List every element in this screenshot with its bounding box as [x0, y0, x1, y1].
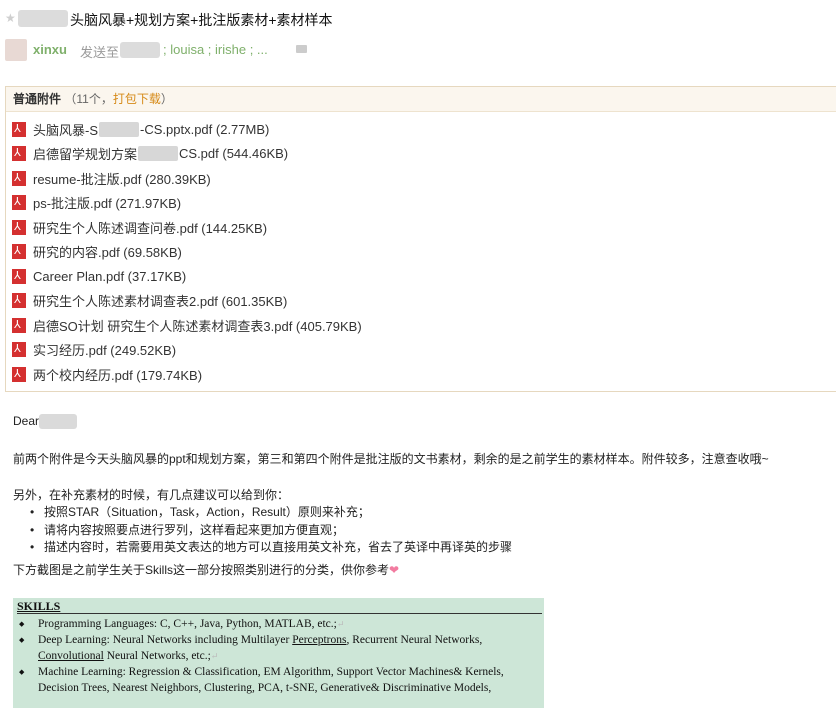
divider — [17, 613, 542, 614]
body-paragraph-3: 下方截图是之前学生关于Skills这一部分按照类别进行的分类，供你参考❤ — [13, 561, 399, 578]
attachments-header: 普通附件 （11个，打包下载） — [6, 87, 836, 112]
pdf-icon — [12, 342, 26, 358]
list-item: 按照STAR（Situation，Task，Action，Result）原则来补… — [30, 504, 512, 522]
attachment-item[interactable]: 启德SO计划 研究生个人陈述素材调查表3.pdf (405.79KB) — [6, 313, 836, 338]
skills-list: Programming Languages: C, C++, Java, Pyt… — [17, 616, 542, 696]
pdf-icon — [12, 121, 26, 137]
attachments-title: 普通附件 — [13, 92, 62, 106]
sent-to-label: 发送至 — [80, 45, 120, 60]
skills-text-underlined: Perceptrons — [292, 634, 347, 646]
pdf-icon — [12, 170, 26, 186]
attachment-item[interactable]: 实习经历.pdf (249.52KB) — [6, 338, 836, 363]
skills-text: Neural Networks, etc.; — [103, 650, 211, 662]
skills-text-underlined: Convolutional — [38, 650, 104, 662]
redacted-block — [99, 121, 140, 137]
skills-screenshot: SKILLS Programming Languages: C, C++, Ja… — [13, 598, 544, 708]
attachment-item[interactable]: 启德留学规划方案 CS.pdf (544.46KB) — [6, 142, 836, 167]
pdf-icon — [12, 195, 26, 211]
skills-text: Machine Learning: Regression & Classific… — [38, 666, 504, 678]
attachment-name-rest[interactable]: -CS.pptx.pdf (2.77MB) — [140, 122, 269, 137]
avatar[interactable] — [5, 39, 27, 61]
redacted-block — [18, 10, 68, 27]
attachment-item[interactable]: 研究的内容.pdf (69.58KB) — [6, 240, 836, 265]
attachment-item[interactable]: 两个校内经历.pdf (179.74KB) — [6, 362, 836, 387]
skills-text: Decision Trees, Nearest Neighbors, Clust… — [38, 682, 492, 694]
attachment-name[interactable]: 研究生个人陈述调查问卷.pdf (144.25KB) — [33, 218, 267, 237]
attachment-item[interactable]: 研究生个人陈述调查问卷.pdf (144.25KB) — [6, 215, 836, 240]
sender-name[interactable]: xinxu — [33, 42, 67, 57]
body-paragraph-3-text: 下方截图是之前学生关于Skills这一部分按照类别进行的分类，供你参考 — [13, 563, 390, 577]
skills-item: Programming Languages: C, C++, Java, Pyt… — [17, 616, 542, 632]
attachments-list: 头脑风暴-S -CS.pptx.pdf (2.77MB) 启德留学规划方案 CS.p… — [6, 117, 836, 387]
body-paragraph-2: 另外，在补充素材的时候，有几点建议可以给到你： — [13, 488, 290, 502]
sender-row: xinxu 发送至 ; louisa ; irishe ; ... — [0, 38, 836, 64]
pdf-icon — [12, 244, 26, 260]
attachment-name[interactable]: ps-批注版.pdf (271.97KB) — [33, 193, 181, 212]
skills-text: Deep Learning: Neural Networks including… — [38, 634, 293, 646]
skills-text: , Recurrent Neural Networks, — [346, 634, 483, 646]
greeting: Dear — [13, 414, 40, 428]
attachments-count: （11个， — [64, 92, 113, 106]
pdf-icon — [12, 146, 26, 162]
attachment-name[interactable]: 头脑风暴-S — [33, 120, 98, 139]
skills-item: Machine Learning: Regression & Classific… — [17, 664, 542, 696]
pdf-icon — [12, 317, 26, 333]
recipients-list[interactable]: ; louisa ; irishe ; ... — [163, 42, 268, 57]
return-mark-icon: ↵ — [336, 619, 345, 629]
attachment-item[interactable]: ps-批注版.pdf (271.97KB) — [6, 191, 836, 216]
pdf-icon — [12, 293, 26, 309]
attachment-name[interactable]: 研究的内容.pdf (69.58KB) — [33, 242, 182, 261]
list-item: 请将内容按照要点进行罗列，这样看起来更加方便直观； — [30, 522, 512, 540]
attachment-name-rest[interactable]: CS.pdf (544.46KB) — [179, 146, 288, 161]
body-paragraph-1: 前两个附件是今天头脑风暴的ppt和规划方案，第三和第四个附件是批注版的文书素材，… — [13, 452, 769, 466]
attachment-name[interactable]: Career Plan.pdf (37.17KB) — [33, 269, 186, 284]
skills-item: Deep Learning: Neural Networks including… — [17, 632, 542, 664]
attachment-name[interactable]: 两个校内经历.pdf (179.74KB) — [33, 365, 202, 384]
email-subject: 头脑风暴+规划方案+批注版素材+素材样本 — [70, 12, 333, 28]
skills-title: SKILLS — [17, 599, 61, 613]
suggestion-list: 按照STAR（Situation，Task，Action，Result）原则来补… — [30, 504, 512, 557]
attachment-name[interactable]: 研究生个人陈述素材调查表2.pdf (601.35KB) — [33, 291, 287, 310]
subject-row: ★ 头脑风暴+规划方案+批注版素材+素材样本 — [0, 8, 836, 30]
attachment-item[interactable]: resume-批注版.pdf (280.39KB) — [6, 166, 836, 191]
attachments-panel: 普通附件 （11个，打包下载） 头脑风暴-S -CS.pptx.pdf (2.77… — [5, 86, 836, 392]
attachment-name[interactable]: 启德留学规划方案 — [33, 144, 137, 163]
star-icon[interactable]: ★ — [5, 11, 16, 25]
redacted-block — [120, 42, 160, 58]
attachment-item[interactable]: 头脑风暴-S -CS.pptx.pdf (2.77MB) — [6, 117, 836, 142]
heart-icon: ❤ — [389, 563, 400, 577]
envelope-icon[interactable] — [296, 45, 307, 53]
return-mark-icon: ↵ — [210, 651, 219, 661]
download-all-link[interactable]: 打包下载 — [113, 92, 161, 106]
attachments-count-end: ） — [160, 92, 173, 106]
attachment-name[interactable]: resume-批注版.pdf (280.39KB) — [33, 169, 211, 188]
list-item: 描述内容时，若需要用英文表达的地方可以直接用英文补充，省去了英译中再译英的步骤 — [30, 539, 512, 557]
skills-text: Programming Languages: C, C++, Java, Pyt… — [38, 618, 337, 630]
pdf-icon — [12, 366, 26, 382]
attachment-item[interactable]: Career Plan.pdf (37.17KB) — [6, 264, 836, 289]
attachment-name[interactable]: 启德SO计划 研究生个人陈述素材调查表3.pdf (405.79KB) — [33, 316, 362, 335]
redacted-block — [138, 146, 179, 162]
pdf-icon — [12, 268, 26, 284]
greeting-line: Dear — [13, 414, 78, 430]
attachment-name[interactable]: 实习经历.pdf (249.52KB) — [33, 340, 176, 359]
pdf-icon — [12, 219, 26, 235]
attachment-item[interactable]: 研究生个人陈述素材调查表2.pdf (601.35KB) — [6, 289, 836, 314]
redacted-block — [39, 414, 78, 430]
